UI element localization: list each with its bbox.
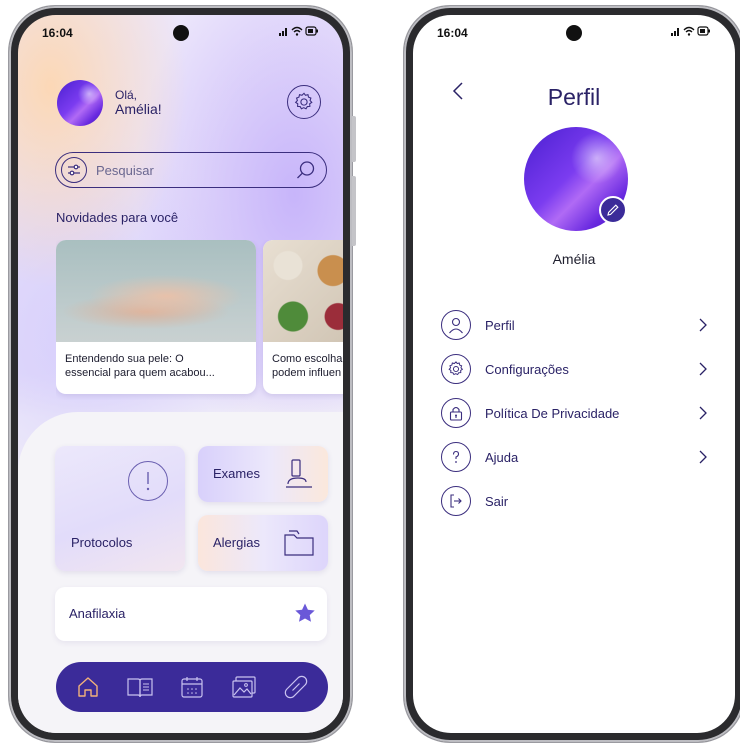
news-card[interactable]: Entendendo sua pele: O essencial para qu… [56, 240, 256, 394]
allergies-label: Alergias [213, 535, 260, 550]
bottom-nav [56, 662, 328, 712]
news-title-line1: Como escolha [272, 353, 343, 365]
chevron-right-icon [695, 361, 711, 377]
status-bar: 16:04 [18, 15, 343, 51]
menu-item-label: Configurações [485, 361, 569, 377]
exams-tile[interactable]: Exames [198, 446, 328, 502]
pill-icon [284, 675, 308, 699]
favorite-card[interactable]: Anafilaxia [55, 587, 327, 641]
search-icon[interactable] [296, 160, 316, 180]
nav-library[interactable] [125, 672, 155, 702]
filter-button[interactable] [61, 157, 87, 183]
status-time: 16:04 [42, 26, 73, 40]
menu-item-label: Sair [485, 493, 509, 509]
menu-item-help[interactable]: Ajuda [441, 435, 721, 479]
volume-up-button [352, 116, 356, 162]
status-bar: 16:04 [413, 15, 735, 51]
alert-icon [128, 461, 168, 501]
news-title-line2: podem influen [272, 367, 342, 379]
status-icons [671, 25, 711, 40]
pencil-icon [607, 204, 619, 216]
home-icon [78, 677, 98, 697]
logout-icon [441, 486, 471, 516]
gallery-icon [232, 676, 256, 698]
profile-screen: 16:04 Perfil Amélia Perfil Configurações… [413, 15, 735, 733]
question-icon [441, 442, 471, 472]
gear-icon [441, 354, 471, 384]
menu-item-label: Política De Privacidade [485, 405, 620, 421]
news-card[interactable]: Como escolha podem influen [263, 240, 343, 394]
home-phone: 16:04 Olá, Amélia! Pesquisar Novidades p… [9, 6, 356, 742]
greeting-name: Amélia! [115, 101, 162, 117]
nav-gallery[interactable] [229, 672, 259, 702]
greeting-hello: Olá, [115, 88, 138, 102]
menu-item-privacy[interactable]: Política De Privacidade [441, 391, 721, 435]
home-screen: 16:04 Olá, Amélia! Pesquisar Novidades p… [18, 15, 343, 733]
news-image-food [263, 240, 343, 342]
book-icon [127, 678, 153, 698]
news-section-title: Novidades para você [56, 210, 179, 225]
menu-item-label: Perfil [485, 317, 515, 333]
news-text: Entendendo sua pele: O essencial para qu… [56, 342, 256, 380]
status-time: 16:04 [437, 26, 468, 40]
settings-button[interactable] [287, 85, 321, 119]
volume-down-button [352, 176, 356, 246]
signal-wifi-battery-icon [279, 26, 318, 36]
signal-wifi-battery-icon [671, 26, 710, 36]
nav-calendar[interactable] [177, 672, 207, 702]
avatar[interactable] [57, 80, 103, 126]
menu-item-profile[interactable]: Perfil [441, 303, 721, 347]
front-camera [172, 25, 189, 41]
menu-item-label: Ajuda [485, 449, 519, 465]
favorite-label: Anafilaxia [69, 606, 126, 621]
profile-phone: 16:04 Perfil Amélia Perfil Configurações… [404, 6, 740, 742]
search-bar[interactable]: Pesquisar [55, 152, 327, 188]
front-camera [566, 25, 582, 41]
lock-icon [441, 398, 471, 428]
protocols-tile[interactable]: Protocolos [55, 446, 185, 571]
gear-icon [294, 92, 313, 110]
star-icon[interactable] [293, 601, 317, 625]
filter-icon [68, 164, 80, 176]
profile-menu: Perfil Configurações Política De Privaci… [441, 303, 721, 523]
user-icon [441, 310, 471, 340]
calendar-icon [181, 677, 203, 698]
news-text: Como escolha podem influen [263, 342, 343, 380]
search-input[interactable]: Pesquisar [96, 163, 296, 178]
edit-avatar-button[interactable] [599, 196, 627, 224]
news-image-skincare [56, 240, 256, 342]
news-carousel[interactable]: Entendendo sua pele: O essencial para qu… [56, 240, 343, 400]
chevron-right-icon [695, 405, 711, 421]
menu-item-logout[interactable]: Sair [441, 479, 721, 523]
menu-item-settings[interactable]: Configurações [441, 347, 721, 391]
page-title: Perfil [547, 84, 601, 110]
microscope-icon [286, 459, 312, 488]
protocols-label: Protocolos [71, 535, 133, 550]
status-icons [279, 25, 319, 40]
profile-name: Amélia [552, 251, 596, 267]
nav-home[interactable] [73, 672, 103, 702]
allergies-tile[interactable]: Alergias [198, 515, 328, 571]
chevron-right-icon [695, 317, 711, 333]
news-title-line1: Entendendo sua pele: O [65, 353, 184, 365]
folder-icon [284, 530, 314, 556]
news-title-line2: essencial para quem acabou... [65, 367, 215, 379]
greeting: Olá, Amélia! [115, 88, 162, 116]
exams-label: Exames [213, 466, 260, 481]
chevron-right-icon [695, 449, 711, 465]
nav-medications[interactable] [281, 672, 311, 702]
